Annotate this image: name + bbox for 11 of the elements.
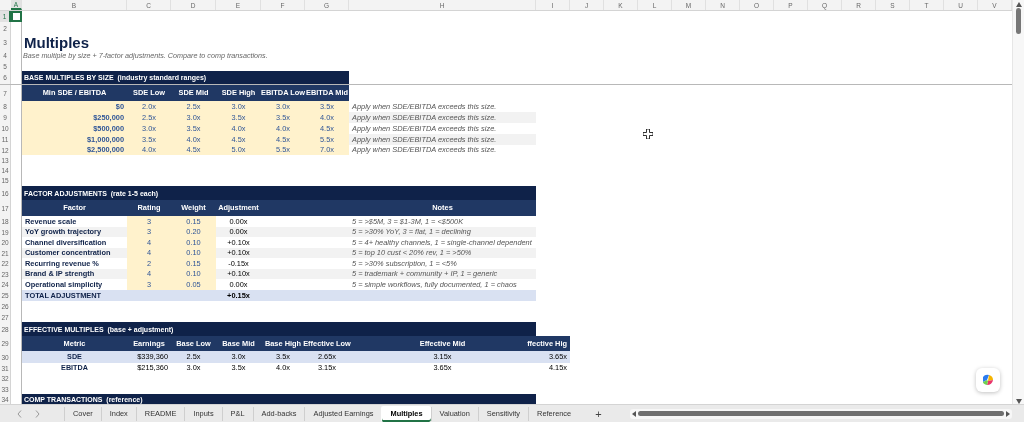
scroll-right-icon[interactable]: [1006, 410, 1010, 417]
horizontal-scrollbar[interactable]: [630, 408, 1012, 419]
scroll-up-icon[interactable]: [1015, 2, 1022, 7]
copilot-button[interactable]: [976, 368, 1000, 392]
logo-icon: [981, 373, 995, 387]
active-cell[interactable]: [11, 11, 22, 22]
move-cursor-icon: [643, 129, 653, 139]
sheet-title: Multiples: [23, 34, 90, 51]
scroll-left-icon[interactable]: [632, 410, 636, 417]
scrollbar-thumb[interactable]: [1016, 8, 1021, 34]
add-sheet-button[interactable]: +: [591, 407, 606, 420]
